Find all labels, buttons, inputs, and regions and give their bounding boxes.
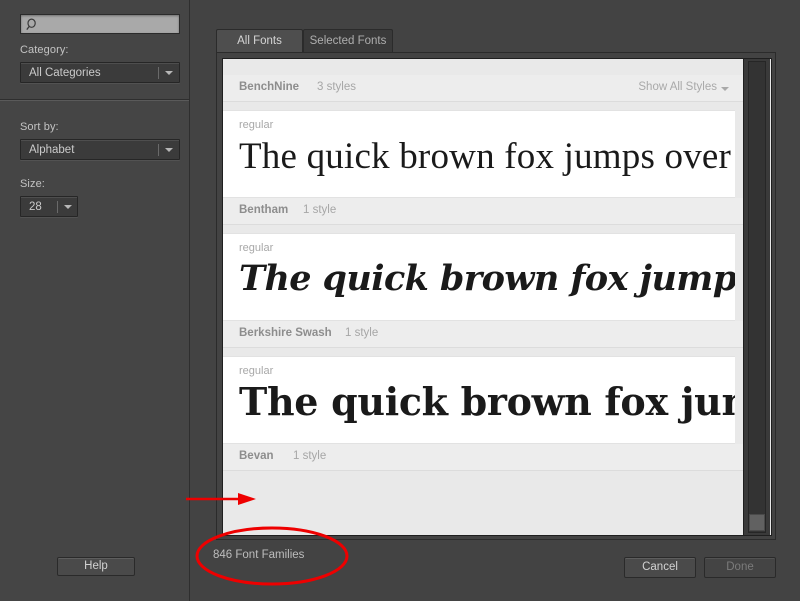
cancel-button[interactable]: Cancel (624, 557, 696, 578)
family-styles: 3 styles (317, 81, 356, 93)
sample-text: The quick brown fox jumps over the laz (239, 136, 735, 177)
sample-style-label: regular (239, 242, 274, 254)
font-sample-card[interactable]: regular The quick brown fox jumps over t… (223, 233, 735, 321)
sample-style-label: regular (239, 365, 274, 377)
family-header-benchnine[interactable]: BenchNine 3 styles Show All Styles (223, 75, 745, 102)
family-name: Bevan (239, 450, 274, 462)
category-select[interactable]: All Categories (20, 62, 180, 83)
category-label: Category: (20, 44, 69, 56)
scrollbar-thumb[interactable] (749, 514, 765, 531)
help-button[interactable]: Help (57, 557, 135, 576)
tab-all-fonts[interactable]: All Fonts (216, 29, 303, 53)
family-header-bentham[interactable]: Bentham 1 style (223, 198, 745, 225)
category-separator (158, 67, 159, 79)
chevron-down-icon (165, 71, 173, 75)
vertical-scrollbar[interactable] (743, 59, 770, 535)
family-header-bevan[interactable]: Bevan 1 style (223, 444, 745, 471)
size-label: Size: (20, 178, 45, 190)
scrollbar-track[interactable] (748, 61, 766, 533)
family-name: Bentham (239, 204, 289, 216)
search-icon (26, 18, 39, 31)
sort-by-label: Sort by: (20, 121, 59, 133)
done-button: Done (704, 557, 776, 578)
font-sample-card[interactable]: regular The quick brown fox jumps ov (223, 356, 735, 444)
size-separator (57, 201, 58, 213)
tab-selected-fonts[interactable]: Selected Fonts (303, 29, 393, 53)
chevron-down-icon (165, 148, 173, 152)
font-list[interactable]: BenchNine 3 styles Show All Styles regul… (223, 59, 745, 535)
family-styles: 1 style (345, 327, 379, 339)
sidebar: Category: All Categories Sort by: Alphab… (0, 0, 190, 601)
font-list-inner: BenchNine 3 styles Show All Styles regul… (222, 58, 772, 536)
family-header-berkshire-swash[interactable]: Berkshire Swash 1 style (223, 321, 745, 348)
status-text: 846 Font Families (213, 549, 305, 561)
search-field[interactable] (20, 14, 180, 34)
category-value: All Categories (29, 67, 101, 79)
font-picker-window: Category: All Categories Sort by: Alphab… (0, 0, 800, 601)
font-sample-card[interactable]: regular The quick brown fox jumps over t… (223, 110, 735, 198)
chevron-down-icon (64, 205, 72, 209)
sample-text: The quick brown fox jumps ov (239, 379, 735, 424)
family-styles: 1 style (303, 204, 337, 216)
family-name: Berkshire Swash (239, 327, 332, 339)
family-name: BenchNine (239, 81, 300, 93)
sidebar-divider (0, 100, 189, 101)
size-select[interactable]: 28 (20, 196, 78, 217)
size-value: 28 (29, 201, 42, 213)
sample-text: The quick brown fox jumps over the laz (239, 258, 735, 299)
family-styles: 1 style (293, 450, 327, 462)
sample-style-label: regular (239, 119, 274, 131)
sort-by-value: Alphabet (29, 144, 75, 156)
font-list-pane: BenchNine 3 styles Show All Styles regul… (216, 52, 776, 540)
search-input[interactable] (43, 16, 175, 32)
sort-separator (158, 144, 159, 156)
show-all-styles-button[interactable]: Show All Styles (638, 81, 717, 93)
chevron-down-icon (721, 87, 729, 91)
sort-by-select[interactable]: Alphabet (20, 139, 180, 160)
